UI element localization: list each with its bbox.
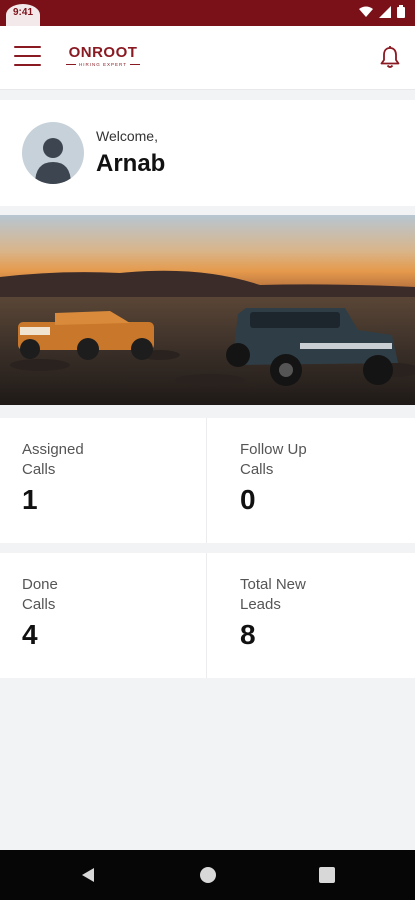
system-nav-bar	[0, 850, 415, 900]
stat-done-calls[interactable]: Done Calls 4	[0, 553, 207, 678]
stat-label: Total New Leads	[240, 576, 306, 613]
stat-value: 8	[240, 619, 256, 650]
app-header: ONROOT HIRING EXPERT	[0, 26, 415, 90]
status-icons	[359, 5, 405, 18]
stat-value: 4	[22, 619, 38, 650]
welcome-label: Welcome,	[96, 128, 158, 144]
logo-brand: ONROOT	[68, 44, 138, 61]
banner-image	[0, 215, 415, 405]
back-triangle-icon[interactable]	[80, 867, 96, 883]
battery-icon	[397, 5, 405, 18]
stat-label: Follow Up Calls	[240, 441, 307, 478]
stat-label: Done Calls	[22, 576, 58, 613]
logo-tagline: HIRING EXPERT	[62, 62, 144, 67]
stats-row: Assigned Calls 1 Follow Up Calls 0	[0, 418, 415, 543]
signal-icon	[379, 5, 391, 18]
avatar[interactable]	[22, 122, 84, 184]
status-time: 9:41	[6, 4, 40, 26]
welcome-card: Welcome, Arnab	[0, 100, 415, 206]
stat-follow-up-calls[interactable]: Follow Up Calls 0	[207, 418, 414, 543]
status-bar: 9:41	[0, 0, 415, 26]
stat-total-new-leads[interactable]: Total New Leads 8	[207, 553, 414, 678]
bell-icon[interactable]	[379, 45, 401, 69]
stat-value: 0	[240, 484, 256, 515]
stat-label: Assigned Calls	[22, 441, 84, 478]
stat-assigned-calls[interactable]: Assigned Calls 1	[0, 418, 207, 543]
stat-value: 1	[22, 484, 38, 515]
home-circle-icon[interactable]	[200, 867, 216, 883]
recents-square-icon[interactable]	[319, 867, 335, 883]
hamburger-menu-icon[interactable]	[14, 46, 41, 68]
stats-row: Done Calls 4 Total New Leads 8	[0, 553, 415, 678]
app-logo: ONROOT HIRING EXPERT	[62, 44, 144, 67]
wifi-icon	[359, 6, 373, 17]
banner-carousel[interactable]	[0, 215, 415, 405]
user-silhouette-icon	[35, 138, 71, 184]
user-name: Arnab	[96, 150, 166, 177]
